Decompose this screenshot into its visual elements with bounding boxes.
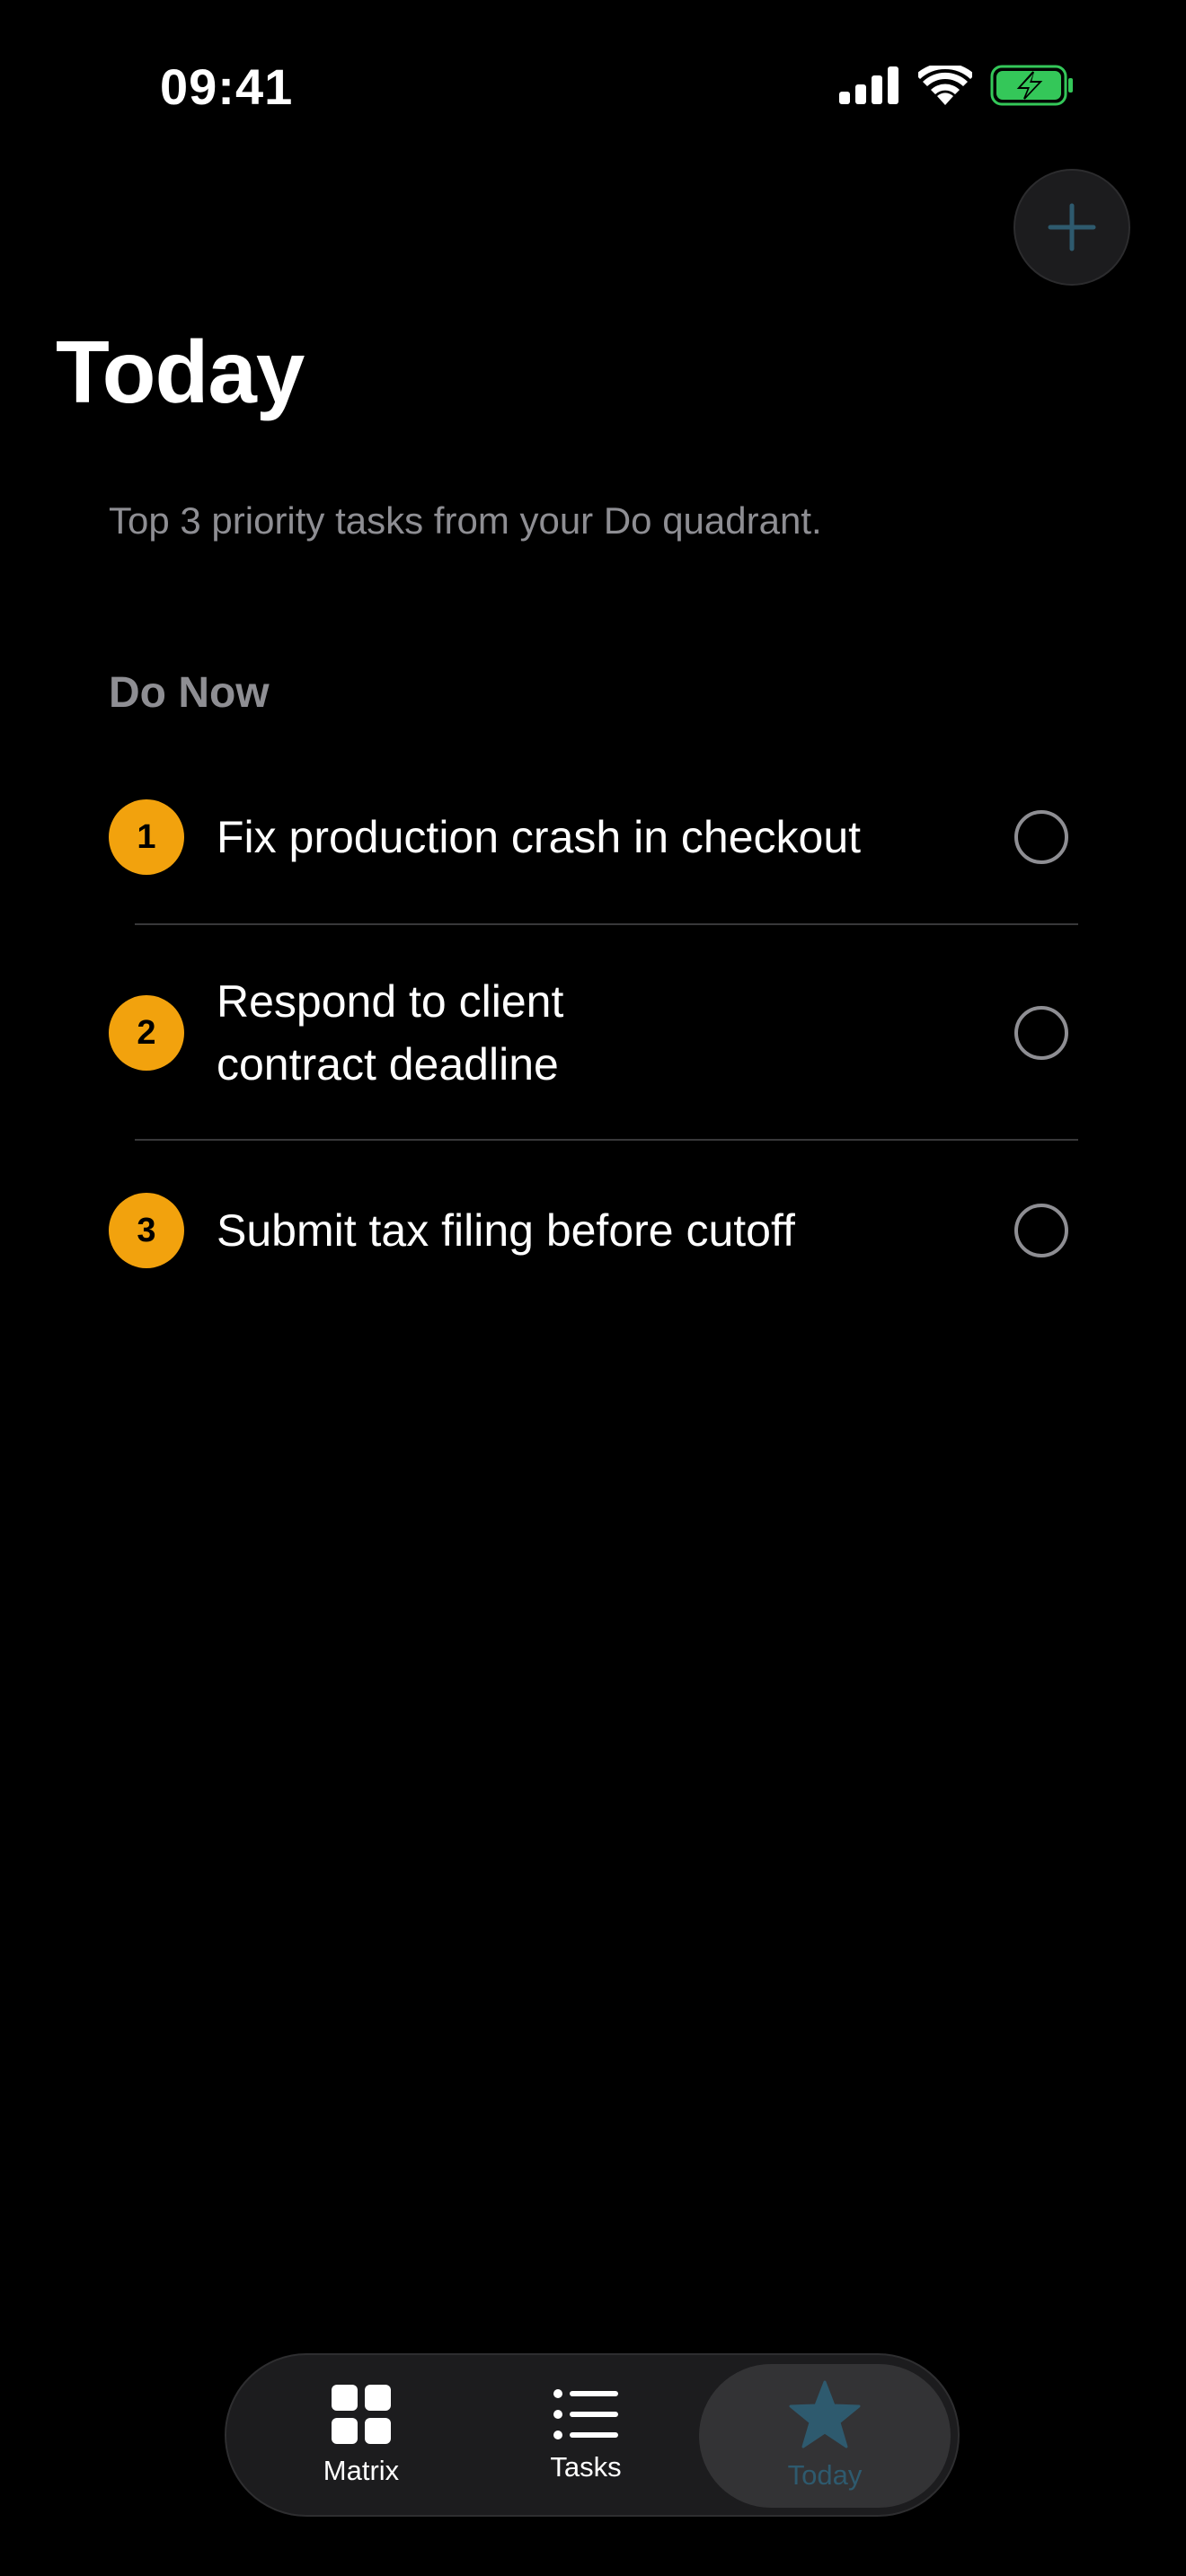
complete-checkbox[interactable] [1014, 1006, 1068, 1060]
tab-label: Today [787, 2459, 863, 2491]
status-icons [839, 65, 1075, 106]
tab-bar: Matrix Tasks Today [225, 2353, 960, 2517]
tab-today[interactable]: Today [699, 2364, 951, 2508]
list-icon [553, 2389, 618, 2439]
priority-badge: 1 [109, 799, 184, 875]
status-time: 09:41 [160, 58, 294, 115]
page-title: Today [56, 322, 305, 421]
complete-checkbox[interactable] [1014, 810, 1068, 864]
task-row[interactable]: 2 Respond to client contract deadline [109, 970, 1079, 1096]
status-bar: 09:41 [0, 0, 1186, 171]
tab-label: Matrix [323, 2455, 400, 2486]
grid-icon [332, 2385, 391, 2444]
task-row[interactable]: 3 Submit tax filing before cutoff [109, 1193, 1079, 1268]
task-title: Fix production crash in checkout [217, 812, 862, 862]
complete-checkbox[interactable] [1014, 1204, 1068, 1257]
battery-charging-icon [990, 65, 1073, 106]
task-row[interactable]: 1 Fix production crash in checkout [109, 799, 1079, 875]
cellular-signal-icon [839, 66, 898, 104]
tab-matrix[interactable]: Matrix [280, 2364, 442, 2508]
star-icon [789, 2380, 861, 2448]
plus-icon [1048, 203, 1096, 251]
tab-tasks[interactable]: Tasks [505, 2364, 667, 2508]
tab-label: Tasks [550, 2451, 622, 2483]
priority-badge: 2 [109, 995, 184, 1071]
wifi-icon [918, 66, 972, 105]
add-task-button[interactable] [1013, 169, 1130, 286]
divider [135, 1139, 1078, 1141]
task-title: Submit tax filing before cutoff [217, 1205, 795, 1256]
task-title: Respond to client contract deadline [217, 976, 564, 1090]
page-subtitle: Top 3 priority tasks from your Do quadra… [109, 499, 822, 542]
divider [135, 923, 1078, 925]
priority-badge: 3 [109, 1193, 184, 1268]
section-header: Do Now [109, 669, 270, 717]
